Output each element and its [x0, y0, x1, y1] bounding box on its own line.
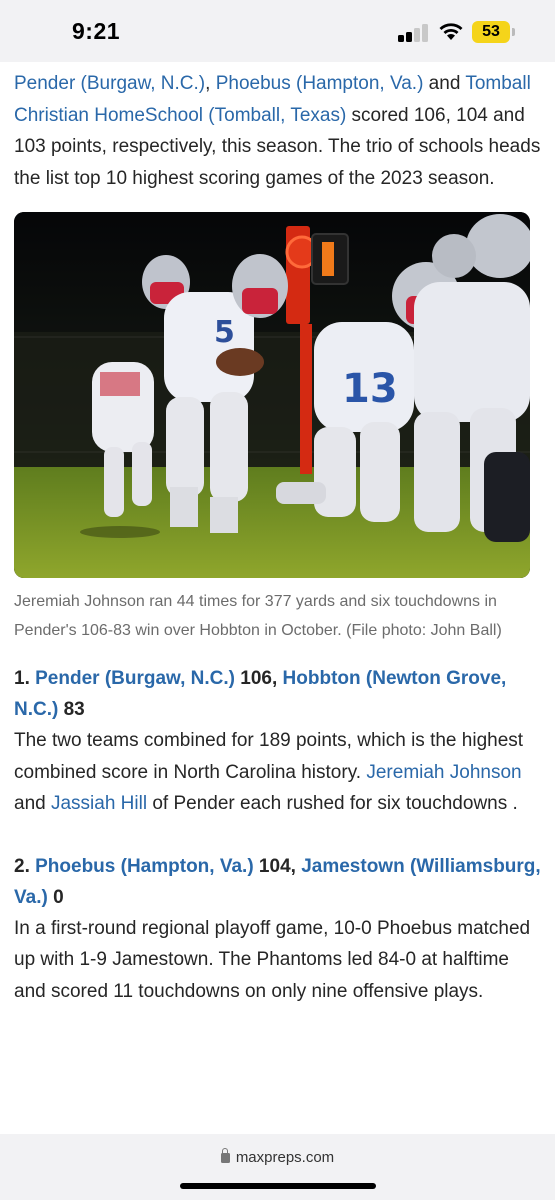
intro-sep1: ,	[205, 73, 216, 94]
intro-paragraph: Pender (Burgaw, N.C.), Phoebus (Hampton,…	[14, 68, 544, 194]
entry-2-team1-link[interactable]: Phoebus (Hampton, Va.)	[35, 856, 254, 877]
battery-cap-icon	[512, 28, 515, 36]
photo-caption: Jeremiah Johnson ran 44 times for 377 ya…	[14, 593, 502, 639]
entry-2-heading: 2. Phoebus (Hampton, Va.) 104, Jamestown…	[14, 851, 544, 913]
entry-2-score2: 0	[47, 886, 64, 908]
entry-1-body-post: of Pender each rushed for six touchdowns…	[147, 793, 518, 814]
article-content: Pender (Burgaw, N.C.), Phoebus (Hampton,…	[14, 68, 544, 1007]
cellular-signal-icon	[398, 24, 432, 42]
entry-1-heading: 1. Pender (Burgaw, N.C.) 106, Hobbton (N…	[14, 663, 544, 725]
url-text: maxpreps.com	[235, 1149, 335, 1166]
svg-text:5: 5	[214, 315, 235, 350]
browser-url-bar[interactable]: maxpreps.com	[0, 1134, 555, 1200]
link-jeremiah-johnson[interactable]: Jeremiah Johnson	[366, 762, 521, 783]
link-phoebus[interactable]: Phoebus (Hampton, Va.)	[216, 73, 424, 94]
entry-1-body: The two teams combined for 189 points, w…	[14, 725, 544, 820]
entry-2-body: In a first-round regional playoff game, …	[14, 917, 531, 1002]
intro-sep2: and	[423, 73, 466, 94]
url-display[interactable]: maxpreps.com	[0, 1148, 555, 1166]
article: Pender (Burgaw, N.C.), Phoebus (Hampton,…	[0, 62, 555, 1134]
battery-indicator: 53	[472, 21, 510, 43]
svg-text:13: 13	[342, 366, 398, 412]
entry-1-team1-link[interactable]: Pender (Burgaw, N.C.)	[35, 668, 235, 689]
entry-1-score1: 106,	[235, 668, 283, 689]
lock-icon	[220, 1148, 230, 1163]
entry-1-score2: 83	[58, 699, 85, 720]
link-pender[interactable]: Pender (Burgaw, N.C.)	[14, 73, 205, 94]
wifi-icon	[439, 23, 463, 40]
home-indicator[interactable]	[180, 1183, 376, 1189]
status-bar: 9:21 53	[0, 0, 555, 62]
ranking-entry-2: 2. Phoebus (Hampton, Va.) 104, Jamestown…	[14, 851, 544, 1008]
entry-1-body-mid: and	[14, 793, 51, 814]
ranking-entry-1: 1. Pender (Burgaw, N.C.) 106, Hobbton (N…	[14, 663, 544, 820]
link-jassiah-hill[interactable]: Jassiah Hill	[51, 793, 147, 814]
status-time: 9:21	[72, 18, 121, 44]
entry-1-rank: 1.	[14, 668, 36, 689]
football-photo: 5 13	[14, 212, 530, 578]
entry-2-score1: 104,	[253, 855, 302, 877]
entry-2-rank: 2.	[14, 855, 36, 877]
